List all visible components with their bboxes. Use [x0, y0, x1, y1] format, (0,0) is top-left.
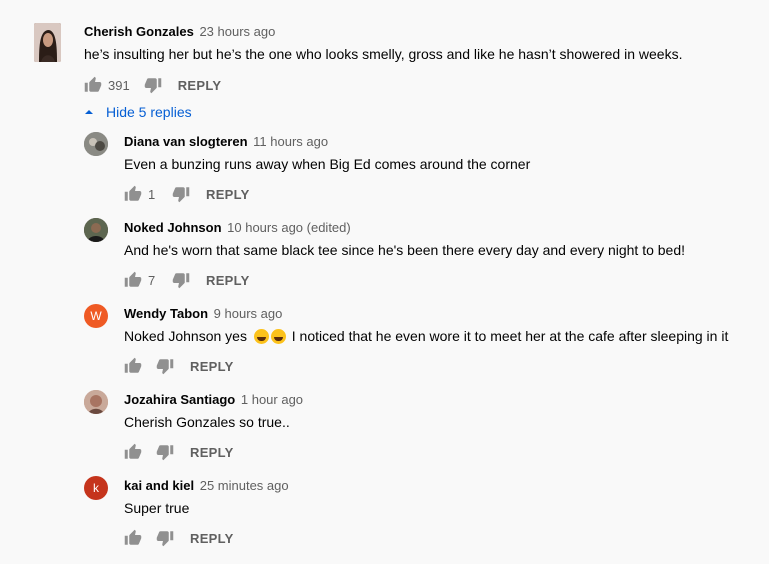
thumbs-down-icon[interactable] — [172, 185, 190, 203]
comment-text: Cherish Gonzales so true.. — [124, 414, 290, 430]
author-line: Jozahira Santiago 1 hour ago — [124, 392, 303, 407]
avatar-letter: k — [93, 481, 99, 495]
author-name[interactable]: Noked Johnson — [124, 220, 222, 235]
author-name[interactable]: Cherish Gonzales — [84, 24, 194, 39]
avatar[interactable]: W — [84, 304, 108, 328]
profile-photo-icon — [84, 390, 108, 414]
avatar[interactable] — [84, 132, 108, 156]
like-count: 391 — [108, 77, 130, 93]
mention-text: Noked Johnson yes — [124, 328, 247, 344]
action-bar: REPLY — [124, 357, 234, 375]
author-name[interactable]: Diana van slogteren — [124, 134, 248, 149]
avatar[interactable]: k — [84, 476, 108, 500]
action-bar: 7 REPLY — [124, 271, 250, 289]
comment-text: Noked Johnson yes I noticed that he even… — [124, 328, 728, 344]
avatar-letter: W — [90, 309, 102, 323]
avatar[interactable] — [34, 23, 61, 62]
thumbs-up-icon[interactable] — [124, 271, 142, 289]
profile-photo-icon — [84, 132, 108, 156]
author-line: Wendy Tabon 9 hours ago — [124, 306, 282, 321]
avatar[interactable] — [84, 218, 108, 242]
action-bar: REPLY — [124, 529, 234, 547]
reply-button[interactable]: REPLY — [206, 273, 250, 288]
thumbs-up-icon[interactable] — [124, 185, 142, 203]
thumbs-up-icon[interactable] — [124, 357, 142, 375]
thumbs-down-icon[interactable] — [172, 271, 190, 289]
author-line: Noked Johnson 10 hours ago (edited) — [124, 220, 351, 235]
timestamp[interactable]: 23 hours ago — [199, 24, 275, 39]
thumbs-up-icon[interactable] — [124, 529, 142, 547]
comment-text: Super true — [124, 500, 190, 516]
author-name[interactable]: Jozahira Santiago — [124, 392, 235, 407]
action-bar: 391 REPLY — [84, 76, 221, 94]
author-line: Cherish Gonzales 23 hours ago — [84, 24, 275, 39]
comment-text: And he's worn that same black tee since … — [124, 242, 686, 258]
timestamp[interactable]: 9 hours ago — [214, 306, 283, 321]
author-line: kai and kiel 25 minutes ago — [124, 478, 289, 493]
author-line: Diana van slogteren 11 hours ago — [124, 134, 328, 149]
author-name[interactable]: Wendy Tabon — [124, 306, 208, 321]
timestamp[interactable]: 10 hours ago (edited) — [227, 220, 351, 235]
profile-photo-icon — [34, 23, 61, 62]
laughing-emoji-icon — [253, 328, 292, 344]
reply-button[interactable]: REPLY — [190, 359, 234, 374]
timestamp[interactable]: 25 minutes ago — [200, 478, 289, 493]
thumbs-down-icon[interactable] — [156, 357, 174, 375]
author-name[interactable]: kai and kiel — [124, 478, 194, 493]
reply-button[interactable]: REPLY — [178, 78, 222, 93]
timestamp[interactable]: 11 hours ago — [253, 134, 328, 149]
timestamp[interactable]: 1 hour ago — [241, 392, 303, 407]
action-bar: 1 REPLY — [124, 185, 250, 203]
comment-text: he’s insulting her but he’s the one who … — [84, 46, 683, 62]
comment-text-rest: I noticed that he even wore it to meet h… — [291, 328, 729, 344]
avatar[interactable] — [84, 390, 108, 414]
thumbs-up-icon[interactable] — [124, 443, 142, 461]
like-count: 7 — [148, 272, 156, 288]
reply-button[interactable]: REPLY — [206, 187, 250, 202]
reply-button[interactable]: REPLY — [190, 531, 234, 546]
thumbs-down-icon[interactable] — [156, 443, 174, 461]
reply-button[interactable]: REPLY — [190, 445, 234, 460]
thumbs-down-icon[interactable] — [156, 529, 174, 547]
thumbs-up-icon[interactable] — [84, 76, 102, 94]
action-bar: REPLY — [124, 443, 234, 461]
comment-text: Even a bunzing runs away when Big Ed com… — [124, 156, 531, 172]
hide-replies-button[interactable]: Hide 5 replies — [84, 104, 192, 120]
like-count: 1 — [148, 186, 156, 202]
thumbs-down-icon[interactable] — [144, 76, 162, 94]
caret-up-icon — [85, 110, 93, 114]
hide-replies-label: Hide 5 replies — [106, 104, 192, 120]
profile-photo-icon — [84, 218, 108, 242]
